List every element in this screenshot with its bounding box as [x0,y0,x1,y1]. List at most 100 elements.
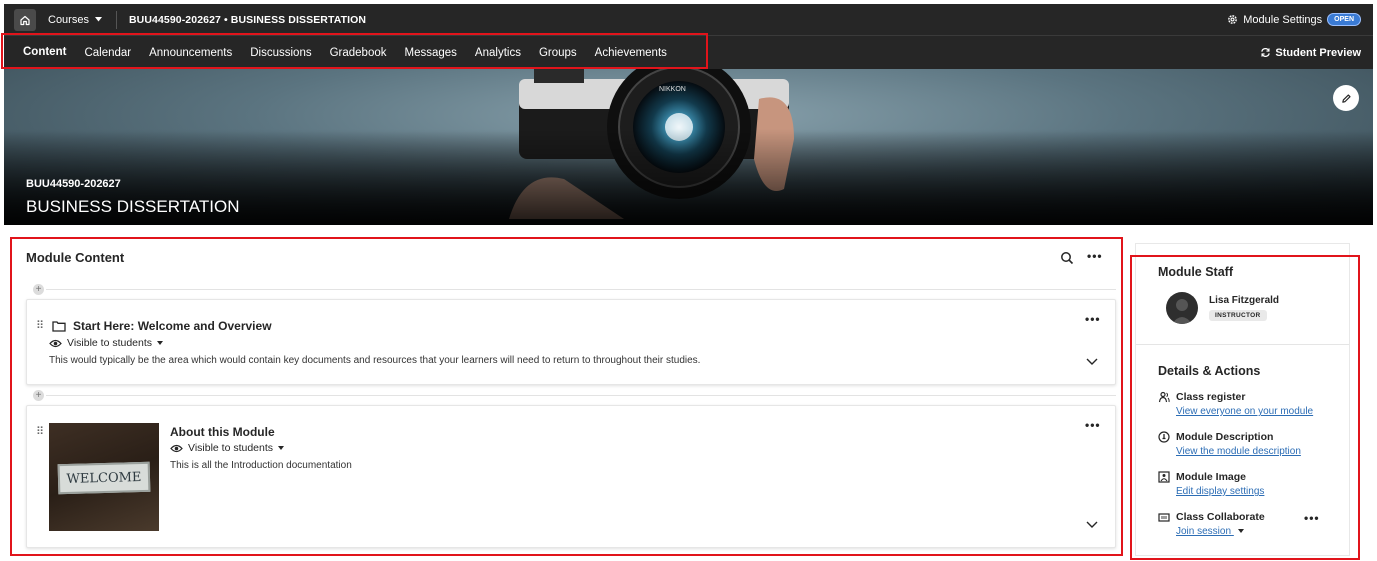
role-badge: INSTRUCTOR [1209,310,1267,321]
home-icon [20,15,30,25]
module-staff-title: Module Staff [1158,265,1233,279]
join-session-label: Join session [1176,526,1232,537]
action-label: Class Collaborate [1176,511,1265,523]
banner-course-title: BUSINESS DISSERTATION [26,197,240,216]
module-settings-button[interactable]: Module Settings OPEN [1227,13,1361,26]
module-content-title: Module Content [26,250,125,265]
item-more-options[interactable]: ••• [1085,313,1101,325]
details-actions-title: Details & Actions [1158,364,1261,378]
tab-analytics-label: Analytics [474,46,521,59]
course-code: BUU44590-202627 [128,13,221,26]
module-sidebar: Module Staff Lisa Fitzgerald INSTRUCTOR … [1135,243,1350,556]
people-icon [1158,391,1170,403]
info-circle-icon [1158,431,1170,443]
caret-down-icon [278,446,285,450]
add-content-row[interactable]: + [26,284,1116,296]
tab-groups[interactable]: Groups [530,36,586,70]
module-settings-label: Module Settings [1243,13,1323,26]
course-banner: NIKKON BUU44590-202627 BUSINESS DISSERTA… [4,69,1373,225]
welcome-sign: WELCOME [57,461,151,495]
tab-achievements[interactable]: Achievements [586,36,676,70]
course-name: BUSINESS DISSERTATION [230,13,367,26]
visibility-label: Visible to students [188,442,274,454]
collaborate-more-options[interactable]: ••• [1304,512,1320,524]
action-label: Module Description [1176,431,1274,443]
caret-down-icon [1237,529,1244,534]
item-more-options[interactable]: ••• [1085,419,1101,431]
action-label: Module Image [1176,471,1247,483]
chevron-down-icon[interactable] [1086,521,1098,529]
student-preview-button[interactable]: Student Preview [1260,47,1361,59]
staff-name[interactable]: Lisa Fitzgerald [1209,295,1279,306]
content-item-description: This would typically be the area which w… [49,355,701,366]
visibility-label: Visible to students [67,337,153,349]
top-bar: Courses BUU44590-202627 • BUSINESS DISSE… [4,4,1373,35]
view-description-link[interactable]: View the module description [1176,446,1301,457]
tab-achievements-label: Achievements [594,46,667,59]
action-module-image: Module Image Edit display settings [1158,471,1264,497]
tab-content-label: Content [23,45,67,58]
add-icon[interactable]: + [33,390,44,401]
student-preview-label: Student Preview [1275,46,1361,59]
visibility-toggle[interactable]: Visible to students [170,442,285,454]
folder-icon [52,321,66,332]
tab-gradebook[interactable]: Gradebook [321,36,396,70]
courses-label: Courses [48,13,89,26]
drag-handle-icon[interactable]: ⠿ [36,425,44,438]
eye-icon [170,444,183,452]
caret-down-icon [94,17,102,22]
tab-discussions-label: Discussions [250,46,312,59]
image-icon [1158,471,1170,483]
tab-calendar-label: Calendar [84,46,132,59]
view-everyone-link[interactable]: View everyone on your module [1176,406,1313,417]
avatar[interactable] [1166,292,1198,324]
person-silhouette-icon [1172,299,1192,324]
tab-messages-label: Messages [404,46,457,59]
caret-down-icon [157,341,164,345]
eye-icon [49,339,62,347]
content-item-title[interactable]: About this Module [170,425,275,439]
add-content-row[interactable]: + [26,390,1116,402]
action-label: Class register [1176,391,1246,403]
content-more-options[interactable]: ••• [1087,250,1103,262]
courses-menu[interactable]: Courses [48,10,117,29]
content-item-title[interactable]: Start Here: Welcome and Overview [73,319,272,333]
tab-messages[interactable]: Messages [396,36,466,70]
welcome-thumbnail: WELCOME [49,423,159,531]
module-content-panel: Module Content ••• + ⠿ Start Here: Welco… [14,241,1118,552]
content-item-about-module[interactable]: ⠿ WELCOME About this Module Visible to s… [26,405,1116,548]
action-class-collaborate: Class Collaborate Join session [1158,511,1265,537]
tab-announcements-label: Announcements [149,46,233,59]
tab-announcements[interactable]: Announcements [140,36,241,70]
edit-banner-button[interactable] [1333,85,1359,111]
drag-handle-icon[interactable]: ⠿ [36,319,44,332]
gear-icon [1228,15,1238,24]
open-status-badge: OPEN [1327,13,1361,26]
content-item-description: This is all the Introduction documentati… [170,460,352,471]
tab-discussions[interactable]: Discussions [241,36,320,70]
sidebar-divider [1136,344,1349,345]
search-icon[interactable] [1060,251,1074,265]
visibility-toggle[interactable]: Visible to students [49,337,164,349]
tab-groups-label: Groups [538,46,577,59]
tab-content[interactable]: Content [14,36,76,70]
home-button[interactable] [14,8,36,31]
breadcrumb-separator: • [223,13,228,26]
content-item-start-here[interactable]: ⠿ Start Here: Welcome and Overview Visib… [26,299,1116,385]
tab-gradebook-label: Gradebook [329,46,387,59]
chevron-down-icon[interactable] [1086,358,1098,366]
refresh-icon [1261,48,1271,57]
video-camera-icon [1158,513,1170,522]
banner-course-code: BUU44590-202627 [26,178,121,190]
pencil-icon [1341,93,1351,103]
course-nav: Content Calendar Announcements Discussio… [4,35,1373,70]
course-breadcrumb: BUU44590-202627 • BUSINESS DISSERTATION [129,14,366,26]
add-icon[interactable]: + [33,284,44,295]
add-divider [46,289,1116,290]
join-session-link[interactable]: Join session [1176,526,1265,537]
tab-calendar[interactable]: Calendar [75,36,140,70]
edit-display-settings-link[interactable]: Edit display settings [1176,486,1264,497]
action-module-description: Module Description View the module descr… [1158,431,1301,457]
camera-brand-text: NIKKON [659,86,686,93]
tab-analytics[interactable]: Analytics [466,36,530,70]
